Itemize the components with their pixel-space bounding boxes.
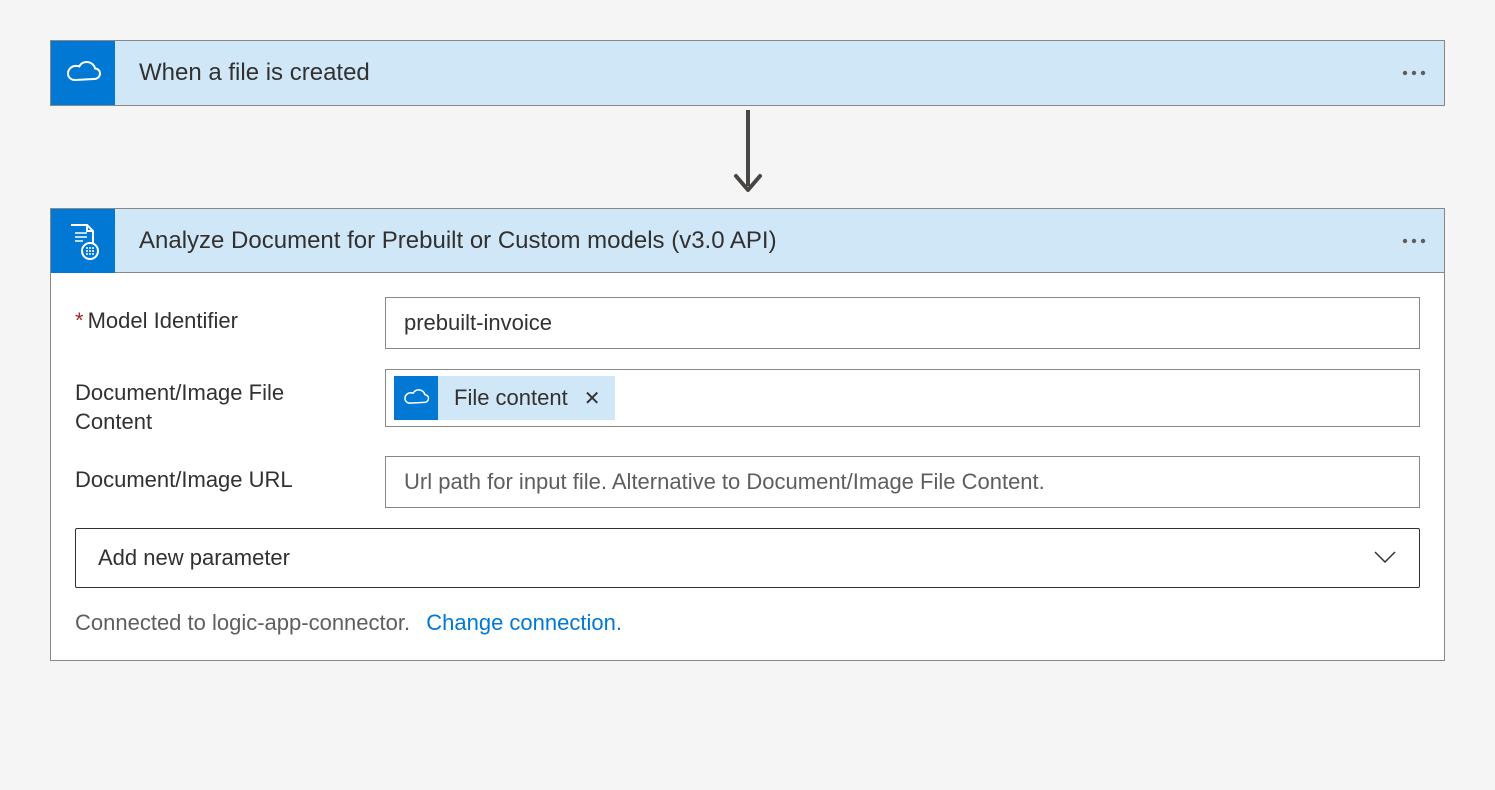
field-label: Document/Image File Content (75, 369, 365, 436)
dynamic-content-token[interactable]: File content ✕ (394, 376, 615, 420)
action-card: Analyze Document for Prebuilt or Custom … (50, 208, 1445, 661)
change-connection-link[interactable]: Change connection. (426, 610, 622, 635)
connection-text: Connected to logic-app-connector. (75, 610, 410, 635)
trigger-card[interactable]: When a file is created (50, 40, 1445, 106)
chevron-down-icon (1373, 547, 1397, 570)
field-file-content: Document/Image File Content File content… (75, 369, 1420, 436)
field-image-url: Document/Image URL (75, 456, 1420, 508)
model-identifier-input[interactable] (385, 297, 1420, 349)
image-url-input[interactable] (385, 456, 1420, 508)
label-text: Model Identifier (88, 308, 238, 333)
more-icon[interactable] (1384, 209, 1444, 273)
onedrive-icon (394, 376, 438, 420)
onedrive-icon (51, 41, 115, 105)
required-asterisk: * (75, 308, 84, 333)
more-icon[interactable] (1384, 41, 1444, 105)
close-icon[interactable]: ✕ (580, 386, 615, 411)
file-content-input[interactable]: File content ✕ (385, 369, 1420, 427)
action-header[interactable]: Analyze Document for Prebuilt or Custom … (51, 209, 1444, 273)
workflow-container: When a file is created (50, 40, 1445, 661)
add-parameter-dropdown[interactable]: Add new parameter (75, 528, 1420, 588)
form-recognizer-icon (51, 209, 115, 273)
connection-info: Connected to logic-app-connector. Change… (75, 610, 1420, 636)
trigger-header[interactable]: When a file is created (51, 41, 1444, 105)
field-label: *Model Identifier (75, 297, 365, 336)
field-label: Document/Image URL (75, 456, 365, 495)
trigger-title: When a file is created (115, 59, 1384, 87)
action-body: *Model Identifier Document/Image File Co… (51, 273, 1444, 660)
arrow-connector (50, 106, 1445, 208)
token-label: File content (438, 385, 580, 411)
field-model-identifier: *Model Identifier (75, 297, 1420, 349)
dropdown-label: Add new parameter (98, 545, 1373, 571)
action-title: Analyze Document for Prebuilt or Custom … (115, 227, 1384, 255)
